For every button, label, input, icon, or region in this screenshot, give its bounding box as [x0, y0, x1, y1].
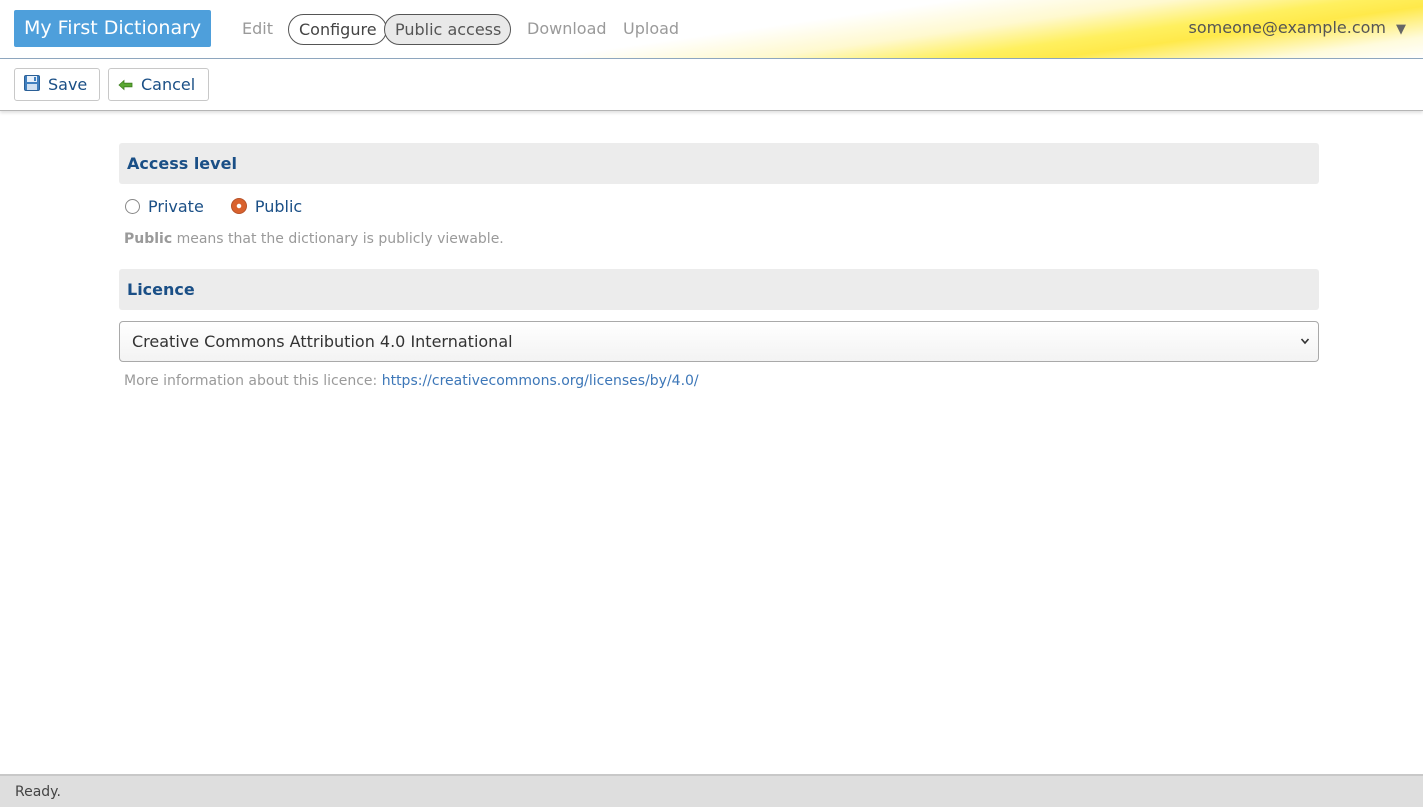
nav-upload[interactable]: Upload [623, 18, 679, 40]
chevron-down-icon: ▼ [1396, 22, 1406, 37]
licence-link[interactable]: https://creativecommons.org/licenses/by/… [382, 373, 699, 389]
radio-button-checked[interactable] [230, 198, 247, 214]
user-menu[interactable]: someone@example.com ▼ [1189, 17, 1406, 41]
dictionary-title[interactable]: My First Dictionary [14, 10, 212, 47]
radio-private-label[interactable]: Private [148, 197, 204, 216]
access-hint-text: means that the dictionary is publicly vi… [172, 231, 504, 247]
main-content: Access level Private Public Public means… [119, 143, 1319, 391]
licence-select[interactable]: Creative Commons Attribution 4.0 Interna… [119, 321, 1319, 362]
licence-selected-value: Creative Commons Attribution 4.0 Interna… [132, 332, 513, 351]
user-email: someone@example.com [1188, 18, 1386, 37]
access-hint-strong: Public [124, 231, 173, 247]
status-bar: Ready. [0, 774, 1423, 807]
top-header: My First Dictionary Edit Configure Publi… [0, 0, 1423, 59]
licence-more-info-label: More information about this licence: [124, 373, 378, 389]
tab-public-access[interactable]: Public access [384, 14, 511, 45]
access-level-heading: Access level [119, 143, 1319, 184]
status-text: Ready. [15, 784, 61, 800]
floppy-disk-icon [24, 70, 40, 101]
radio-public[interactable]: Public [230, 196, 302, 218]
cancel-button[interactable]: Cancel [108, 68, 209, 101]
toolbar: Save Cancel [0, 59, 1423, 111]
radio-button-unchecked[interactable] [125, 199, 140, 214]
licence-more-info: More information about this licence: htt… [119, 371, 1319, 391]
access-hint: Public means that the dictionary is publ… [119, 229, 1319, 249]
save-button[interactable]: Save [14, 68, 100, 101]
access-level-options: Private Public [119, 184, 1319, 229]
nav-download[interactable]: Download [527, 18, 607, 40]
tab-configure[interactable]: Configure [288, 14, 387, 45]
save-label: Save [48, 75, 88, 94]
licence-heading: Licence [119, 269, 1319, 310]
radio-private[interactable]: Private [125, 196, 204, 218]
chevron-down-icon [1300, 322, 1310, 377]
radio-public-label[interactable]: Public [255, 197, 302, 216]
cancel-label: Cancel [141, 75, 196, 94]
arrow-left-icon [118, 70, 133, 101]
nav-edit[interactable]: Edit [242, 18, 273, 40]
